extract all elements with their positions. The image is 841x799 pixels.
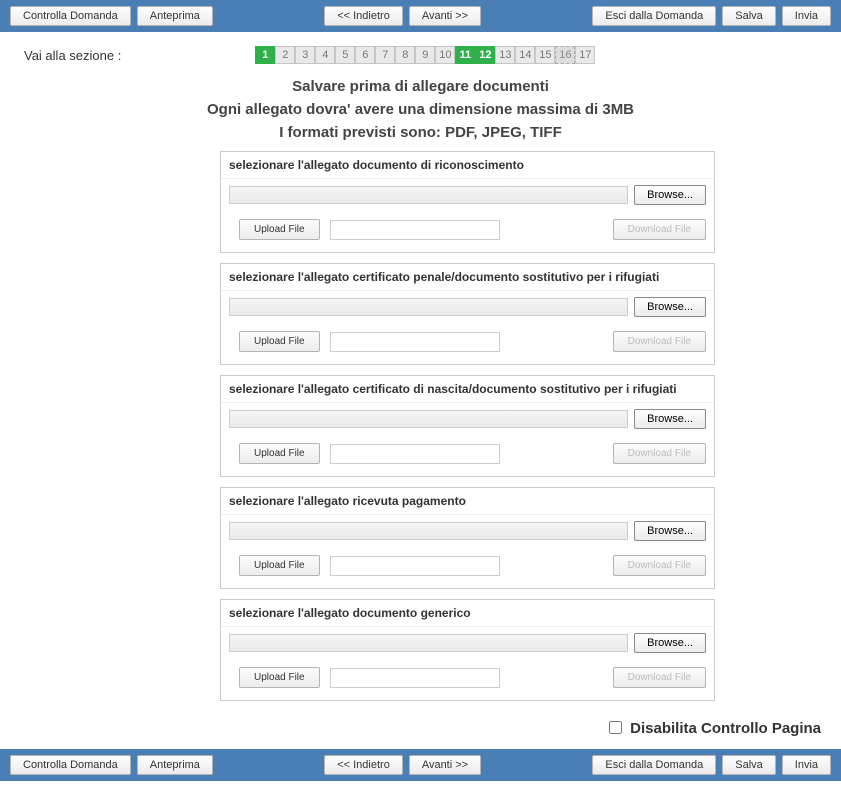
file-name-field <box>330 444 500 464</box>
section-page-13[interactable]: 13 <box>495 46 515 64</box>
download-button: Download File <box>613 443 706 464</box>
attachment-title: selezionare l'allegato documento di rico… <box>221 152 714 179</box>
check-request-button-bottom[interactable]: Controlla Domanda <box>10 755 131 775</box>
section-page-15[interactable]: 15 <box>535 46 555 64</box>
section-page-8[interactable]: 8 <box>395 46 415 64</box>
send-button[interactable]: Invia <box>782 6 831 26</box>
upload-button[interactable]: Upload File <box>239 331 320 352</box>
section-page-14[interactable]: 14 <box>515 46 535 64</box>
attachment-title: selezionare l'allegato certificato di na… <box>221 376 714 403</box>
instruction-formats: I formati previsti sono: PDF, JPEG, TIFF <box>0 124 841 141</box>
upload-button[interactable]: Upload File <box>239 667 320 688</box>
upload-progress-bar <box>229 410 628 428</box>
preview-button[interactable]: Anteprima <box>137 6 213 26</box>
browse-button[interactable]: Browse... <box>634 297 706 317</box>
next-button-bottom[interactable]: Avanti >> <box>409 755 481 775</box>
attachment-box-2: selezionare l'allegato certificato di na… <box>220 375 715 477</box>
action-row: Upload File Download File <box>221 209 714 242</box>
save-button-bottom[interactable]: Salva <box>722 755 776 775</box>
browse-button[interactable]: Browse... <box>634 633 706 653</box>
download-button: Download File <box>613 331 706 352</box>
upload-button[interactable]: Upload File <box>239 443 320 464</box>
instruction-save-first: Salvare prima di allegare documenti <box>0 78 841 95</box>
instruction-max-size: Ogni allegato dovra' avere una dimension… <box>0 101 841 118</box>
section-page-7[interactable]: 7 <box>375 46 395 64</box>
section-page-4[interactable]: 4 <box>315 46 335 64</box>
section-page-9[interactable]: 9 <box>415 46 435 64</box>
action-row: Upload File Download File <box>221 433 714 466</box>
attachment-box-3: selezionare l'allegato ricevuta pagament… <box>220 487 715 589</box>
browse-row: Browse... <box>221 515 714 545</box>
file-name-field <box>330 332 500 352</box>
action-row: Upload File Download File <box>221 545 714 578</box>
browse-row: Browse... <box>221 403 714 433</box>
upload-button[interactable]: Upload File <box>239 219 320 240</box>
exit-button-bottom[interactable]: Esci dalla Domanda <box>592 755 716 775</box>
attachment-box-0: selezionare l'allegato documento di rico… <box>220 151 715 253</box>
section-page-3[interactable]: 3 <box>295 46 315 64</box>
attachment-box-1: selezionare l'allegato certificato penal… <box>220 263 715 365</box>
section-page-5[interactable]: 5 <box>335 46 355 64</box>
browse-row: Browse... <box>221 627 714 657</box>
disable-page-check-text: Disabilita Controllo Pagina <box>630 720 821 737</box>
section-page-17[interactable]: 17 <box>575 46 595 64</box>
back-button[interactable]: << Indietro <box>324 6 403 26</box>
attachment-title: selezionare l'allegato certificato penal… <box>221 264 714 291</box>
section-page-1[interactable]: 1 <box>255 46 275 64</box>
section-nav: Vai alla sezione : 123456789101112131415… <box>0 32 841 72</box>
section-page-16[interactable]: 16 <box>555 46 575 64</box>
disable-page-check-label[interactable]: Disabilita Controllo Pagina <box>605 720 821 737</box>
section-page-10[interactable]: 10 <box>435 46 455 64</box>
section-nav-label: Vai alla sezione : <box>24 48 121 63</box>
back-button-bottom[interactable]: << Indietro <box>324 755 403 775</box>
section-page-6[interactable]: 6 <box>355 46 375 64</box>
upload-progress-bar <box>229 522 628 540</box>
upload-progress-bar <box>229 634 628 652</box>
attachment-title: selezionare l'allegato ricevuta pagament… <box>221 488 714 515</box>
disable-page-check-checkbox[interactable] <box>609 721 622 734</box>
browse-button[interactable]: Browse... <box>634 185 706 205</box>
download-button: Download File <box>613 667 706 688</box>
bottom-toolbar: Controlla Domanda Anteprima << Indietro … <box>0 749 841 781</box>
disable-page-check-row: Disabilita Controllo Pagina <box>0 711 841 749</box>
file-name-field <box>330 556 500 576</box>
attachment-title: selezionare l'allegato documento generic… <box>221 600 714 627</box>
save-button[interactable]: Salva <box>722 6 776 26</box>
section-page-2[interactable]: 2 <box>275 46 295 64</box>
action-row: Upload File Download File <box>221 657 714 690</box>
action-row: Upload File Download File <box>221 321 714 354</box>
check-request-button[interactable]: Controlla Domanda <box>10 6 131 26</box>
next-button[interactable]: Avanti >> <box>409 6 481 26</box>
exit-button[interactable]: Esci dalla Domanda <box>592 6 716 26</box>
browse-row: Browse... <box>221 179 714 209</box>
browse-button[interactable]: Browse... <box>634 409 706 429</box>
preview-button-bottom[interactable]: Anteprima <box>137 755 213 775</box>
upload-button[interactable]: Upload File <box>239 555 320 576</box>
browse-row: Browse... <box>221 291 714 321</box>
download-button: Download File <box>613 219 706 240</box>
section-page-12[interactable]: 12 <box>475 46 495 64</box>
upload-progress-bar <box>229 298 628 316</box>
send-button-bottom[interactable]: Invia <box>782 755 831 775</box>
browse-button[interactable]: Browse... <box>634 521 706 541</box>
file-name-field <box>330 668 500 688</box>
download-button: Download File <box>613 555 706 576</box>
top-toolbar: Controlla Domanda Anteprima << Indietro … <box>0 0 841 32</box>
upload-progress-bar <box>229 186 628 204</box>
attachment-box-4: selezionare l'allegato documento generic… <box>220 599 715 701</box>
section-page-11[interactable]: 11 <box>455 46 475 64</box>
attachments-container: selezionare l'allegato documento di rico… <box>220 151 715 701</box>
file-name-field <box>330 220 500 240</box>
